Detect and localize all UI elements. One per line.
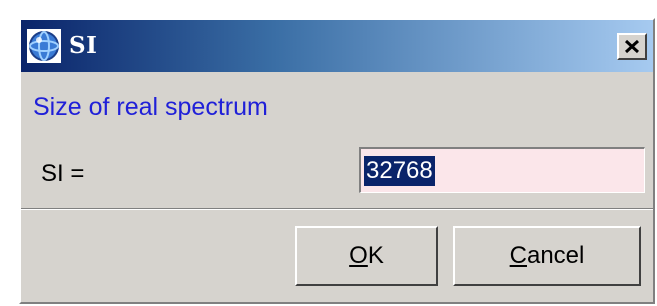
cancel-mnemonic: C (509, 242, 527, 269)
cancel-label-rest: ancel (526, 242, 585, 269)
close-button[interactable] (617, 33, 647, 60)
window-title: SI (69, 32, 98, 59)
ok-label-rest: K (367, 242, 384, 269)
ok-button[interactable]: OK (295, 226, 438, 286)
si-dialog: SI Size of real spectrum SI = 32768 OK C… (19, 18, 655, 304)
separator (21, 208, 653, 210)
si-label: SI = (41, 160, 85, 187)
cancel-button[interactable]: Cancel (453, 226, 641, 286)
bruker-logo-icon (27, 29, 61, 63)
title-bar[interactable]: SI (21, 20, 653, 72)
dialog-header-label: Size of real spectrum (33, 93, 268, 121)
close-icon (624, 39, 640, 54)
si-value-text[interactable]: 32768 (364, 156, 435, 186)
ok-mnemonic: O (349, 242, 368, 269)
